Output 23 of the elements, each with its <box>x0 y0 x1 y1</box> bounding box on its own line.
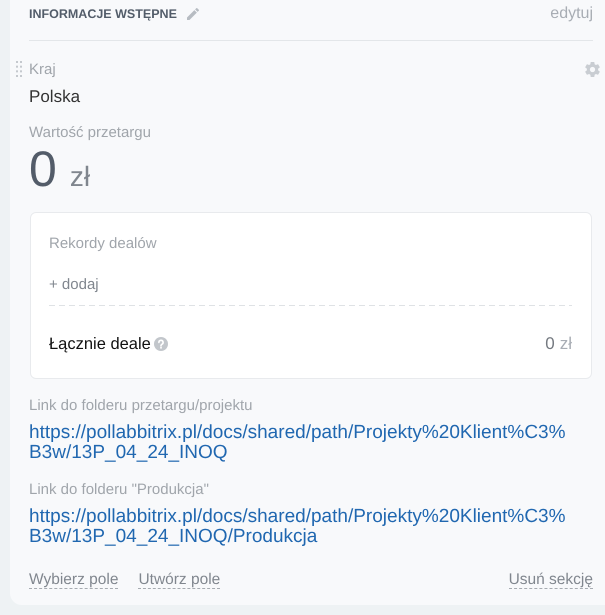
total-label: Łącznie deale <box>49 334 151 354</box>
amount-value: 0 <box>29 141 57 197</box>
field-label: Link do folderu przetargu/projektu <box>29 398 252 414</box>
field-label: Rekordy dealów <box>49 236 157 252</box>
field-label: Wartość przetargu <box>29 125 151 141</box>
folder-link[interactable]: https://pollabbitrix.pl/docs/shared/path/Projekty%20Klient%C3%B3w/13P_04_24_INOQ <box>29 423 571 463</box>
field-label: Link do folderu "Produkcja" <box>29 482 209 498</box>
settings-icon[interactable] <box>585 62 600 77</box>
edit-link[interactable]: edytuj <box>550 4 593 24</box>
field-value: Polska <box>29 86 80 108</box>
folder-link[interactable]: https://pollabbitrix.pl/docs/shared/path/Projekty%20Klient%C3%B3w/13P_04_24_INOQ/Produkcja <box>29 507 571 547</box>
remove-section-link[interactable]: Usuń sekcję <box>508 571 593 589</box>
field-label: Kraj <box>29 62 56 78</box>
pencil-icon[interactable] <box>186 8 199 20</box>
currency-label: zł <box>70 160 90 194</box>
footer-link[interactable]: Wybierz pole <box>29 571 118 589</box>
help-icon <box>154 337 168 351</box>
add-link[interactable]: + dodaj <box>49 277 99 293</box>
total-amount: 0 <box>545 334 555 354</box>
footer-link[interactable]: Utwórz pole <box>138 571 220 589</box>
section-title: INFORMACJE WSTĘPNE <box>29 6 177 22</box>
drag-handle-icon[interactable] <box>16 61 22 77</box>
currency-label: zł <box>560 334 572 354</box>
